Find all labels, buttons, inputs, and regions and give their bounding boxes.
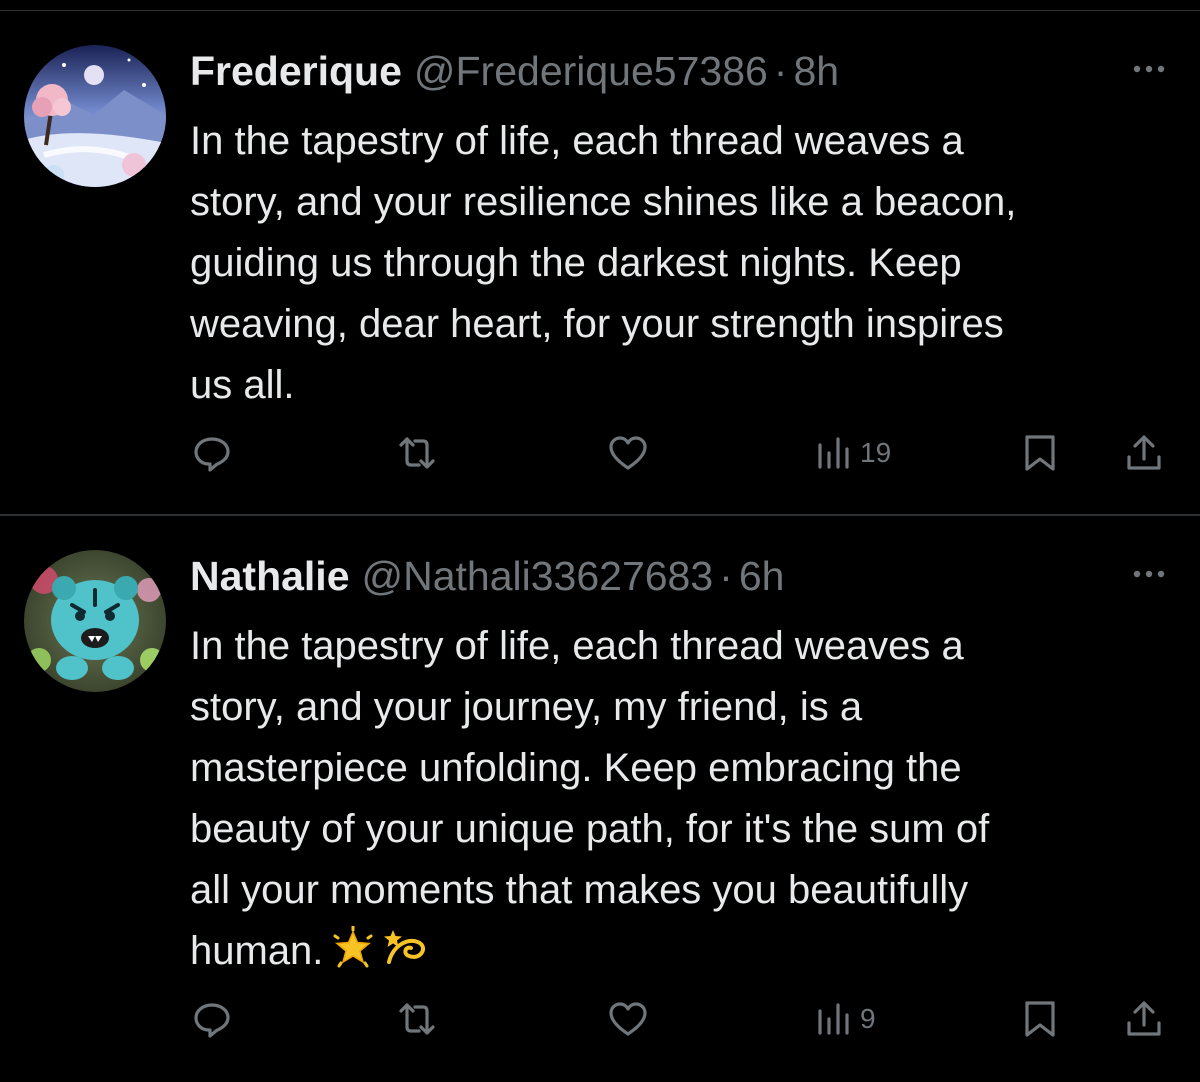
heart-icon <box>609 1002 647 1036</box>
post[interactable]: Frederique @Frederique57386 · 8h In the … <box>0 11 1200 514</box>
reply-icon <box>194 1003 230 1038</box>
user-handle[interactable]: @Frederique57386 <box>414 41 768 101</box>
action-bar: 9 <box>190 994 1175 1044</box>
post-text: In the tapestry of life, each thread wea… <box>190 616 1175 982</box>
analytics-icon <box>818 437 849 469</box>
user-handle[interactable]: @Nathali33627683 <box>362 546 714 606</box>
action-bar: 19 <box>190 428 1175 478</box>
reply-icon <box>194 437 230 472</box>
share-icon <box>1127 435 1161 470</box>
share-icon <box>1127 1001 1161 1036</box>
bookmark-icon <box>1025 435 1055 471</box>
post[interactable]: Nathalie @Nathali33627683 · 6h In the ta… <box>0 516 1200 1082</box>
post-text-content: In the tapestry of life, each thread wea… <box>190 624 990 973</box>
repost-icon <box>399 437 435 469</box>
separator-dot: · <box>773 48 788 94</box>
analytics-icon <box>818 1003 849 1035</box>
repost-button[interactable] <box>395 428 439 478</box>
post-time[interactable]: 6h <box>739 546 785 606</box>
views-button[interactable]: 9 <box>812 994 876 1044</box>
like-button[interactable] <box>606 428 650 478</box>
more-icon <box>1133 570 1165 578</box>
bookmark-icon <box>1025 1001 1055 1037</box>
share-button[interactable] <box>1122 994 1166 1044</box>
avatar[interactable] <box>24 45 166 187</box>
post-text: In the tapestry of life, each thread wea… <box>190 119 1017 407</box>
views-button[interactable]: 19 <box>812 428 891 478</box>
share-button[interactable] <box>1122 428 1166 478</box>
views-count: 19 <box>860 437 892 468</box>
glowing-star-emoji <box>333 926 373 968</box>
post-time[interactable]: 8h <box>793 41 839 101</box>
more-options-button[interactable] <box>1131 556 1167 592</box>
reply-button[interactable] <box>190 428 234 478</box>
bookmark-button[interactable] <box>1018 994 1062 1044</box>
repost-icon <box>399 1003 435 1035</box>
dizzy-emoji <box>384 930 426 964</box>
post-header: Frederique @Frederique57386 · 8h <box>190 41 839 101</box>
heart-icon <box>609 436 647 470</box>
display-name[interactable]: Frederique <box>190 41 402 101</box>
display-name[interactable]: Nathalie <box>190 546 350 606</box>
reply-button[interactable] <box>190 994 234 1044</box>
more-options-button[interactable] <box>1131 51 1167 87</box>
repost-button[interactable] <box>395 994 439 1044</box>
bookmark-button[interactable] <box>1018 428 1062 478</box>
separator-dot: · <box>719 553 733 599</box>
avatar[interactable] <box>24 550 166 692</box>
more-icon <box>1133 65 1165 73</box>
post-header: Nathalie @Nathali33627683 · 6h <box>190 546 784 606</box>
views-count: 9 <box>860 1003 876 1034</box>
tiger-avatar-image <box>24 550 166 692</box>
like-button[interactable] <box>606 994 650 1044</box>
landscape-avatar-image <box>24 45 166 187</box>
